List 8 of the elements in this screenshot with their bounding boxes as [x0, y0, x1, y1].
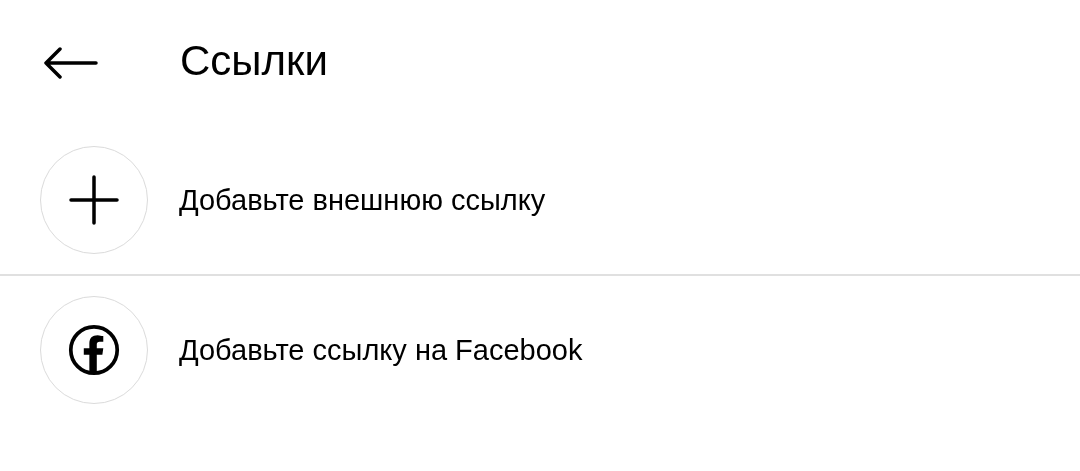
back-arrow-icon — [42, 47, 98, 79]
option-label: Добавьте ссылку на Facebook — [179, 333, 583, 367]
facebook-icon — [68, 324, 120, 376]
plus-icon — [68, 174, 120, 226]
option-label: Добавьте внешнюю ссылку — [179, 183, 546, 217]
link-option[interactable]: Добавьте ссылку на Facebook — [0, 276, 1080, 424]
link-option[interactable]: Добавьте внешнюю ссылку — [0, 126, 1080, 274]
page-title: Ссылки — [180, 37, 328, 85]
